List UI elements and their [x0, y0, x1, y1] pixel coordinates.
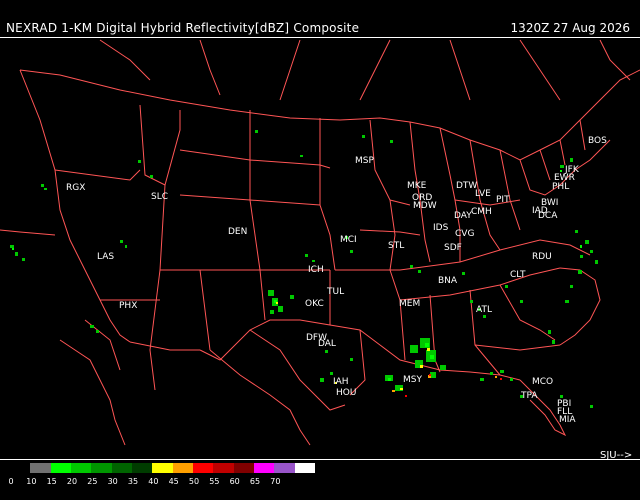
- scale-tick-label: 0: [8, 477, 14, 486]
- station-label-pit: PIT: [496, 195, 510, 205]
- station-label-mke: MKE: [407, 181, 427, 191]
- station-label-ich: ICH: [308, 265, 324, 275]
- station-label-tul: TUL: [326, 287, 344, 297]
- station-label-stl: STL: [388, 241, 404, 251]
- scale-swatch: [131, 463, 153, 473]
- scale-tick-label: 30: [107, 477, 118, 486]
- station-label-ids: IDS: [433, 223, 449, 233]
- station-label-las: LAS: [97, 252, 114, 262]
- station-label-iah: IAH: [333, 377, 349, 387]
- radar-echoes: [10, 130, 598, 408]
- station-label-bos: BOS: [588, 136, 607, 146]
- station-label-dca: DCA: [538, 211, 558, 221]
- scale-swatch: [152, 463, 173, 473]
- scale-tick-label: 55: [209, 477, 220, 486]
- station-label-cmh: CMH: [471, 207, 492, 217]
- station-label-hou: HOU: [336, 388, 356, 398]
- scale-tick-label: 15: [46, 477, 57, 486]
- scale-swatch: [233, 463, 254, 473]
- sju-arrow-label: SJU-->: [600, 450, 633, 461]
- station-label-lve: LVE: [475, 189, 491, 199]
- scale-swatch: [294, 463, 315, 473]
- scale-swatch: [172, 463, 193, 473]
- scale-swatch: [10, 463, 31, 473]
- scale-swatch: [274, 463, 295, 473]
- station-label-atl: ATL: [476, 305, 492, 315]
- radar-map: BOSJFKEWRPHLPIT BWIIADDCAMSPMKEORDMDWDTWL…: [0, 39, 640, 446]
- station-label-msy: MSY: [403, 375, 422, 385]
- station-label-tpa: TPA: [520, 391, 538, 401]
- scale-swatch: [253, 463, 275, 473]
- scale-tick-label: 65: [249, 477, 261, 486]
- station-label-dal: DAL: [318, 339, 336, 349]
- station-label-mci: MCI: [340, 235, 357, 245]
- scale-tick-label: 25: [87, 477, 98, 486]
- station-label-mem: MEM: [399, 299, 420, 309]
- station-label-mco: MCO: [532, 377, 553, 387]
- station-label-rdu: RDU: [532, 252, 552, 262]
- scale-swatch: [50, 463, 71, 473]
- station-label-den: DEN: [228, 227, 247, 237]
- scale-swatch: [213, 463, 234, 473]
- station-label-rgx: RGX: [66, 183, 85, 193]
- scale-tick-label: 35: [127, 477, 139, 486]
- scale-tick-labels: 0 10 15 20 25 30 35 40 45 50 55 60 65 70: [0, 477, 330, 489]
- scale-swatch: [111, 463, 132, 473]
- station-label-bna: BNA: [438, 276, 458, 286]
- scale-swatch: [91, 463, 112, 473]
- station-label-cvg: CVG: [455, 229, 474, 239]
- scale-tick-label: 50: [188, 477, 200, 486]
- station-label-slc: SLC: [151, 192, 168, 202]
- station-label-day: DAY: [454, 211, 472, 221]
- station-label-sdf: SDF: [444, 243, 462, 253]
- station-label-okc: OKC: [305, 299, 324, 309]
- station-label-msp: MSP: [355, 156, 374, 166]
- scale-tick-label: 20: [66, 477, 78, 486]
- scale-swatch: [70, 463, 92, 473]
- scale-tick-label: 10: [26, 477, 37, 486]
- station-label-phx: PHX: [119, 301, 137, 311]
- scale-tick-label: 45: [168, 477, 179, 486]
- scale-swatch: [30, 463, 51, 473]
- station-label-mia: MIA: [559, 415, 576, 425]
- station-label-phl: PHL: [552, 182, 569, 192]
- station-label-clt: CLT: [510, 270, 526, 280]
- station-label-mdw: MDW: [413, 201, 437, 211]
- scale-tick-label: 70: [270, 477, 281, 486]
- scale-tick-label: 60: [229, 477, 240, 486]
- scale-swatch: [192, 463, 214, 473]
- scale-tick-label: 40: [148, 477, 159, 486]
- reflectivity-color-scale: [10, 463, 315, 473]
